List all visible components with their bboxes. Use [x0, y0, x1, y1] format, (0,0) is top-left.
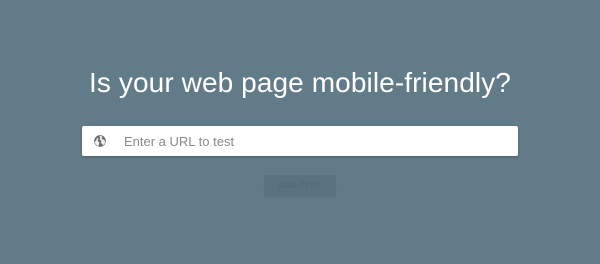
run-test-button[interactable]: RUN TEST — [264, 175, 336, 196]
page: Is your web page mobile-friendly? RUN TE… — [0, 0, 600, 264]
globe-icon — [94, 135, 106, 147]
page-title: Is your web page mobile-friendly? — [89, 67, 511, 98]
url-input[interactable] — [124, 126, 504, 156]
url-input-container[interactable] — [82, 126, 518, 156]
